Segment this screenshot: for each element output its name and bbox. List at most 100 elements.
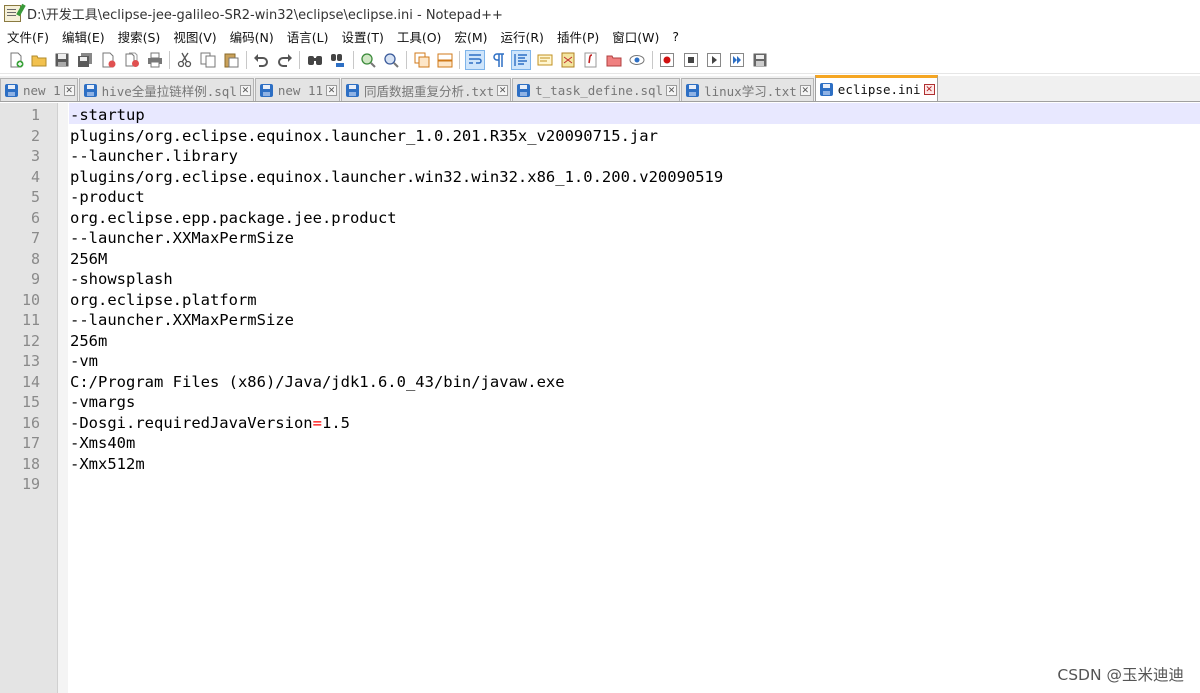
line-number: 12 <box>21 331 40 350</box>
editor-area[interactable]: 1 2 3 4 5 6 7 8 9 10 11 12 13 14 15 16 17 18 19 -startup pl… <box>0 103 1200 693</box>
menu-tools[interactable]: 工具(O) <box>390 27 448 46</box>
code-line: 256m <box>70 331 108 350</box>
code-line: org.eclipse.epp.package.jee.product <box>70 208 397 227</box>
menu-encoding[interactable]: 编码(N) <box>223 27 280 46</box>
tab-label: 同盾数据重复分析.txt <box>364 83 495 99</box>
tab-hive-sql[interactable]: hive全量拉链样例.sql ✕ <box>78 78 254 101</box>
close-tab-icon[interactable]: ✕ <box>326 84 338 96</box>
code-line: -startup <box>70 106 145 124</box>
close-file-icon[interactable] <box>99 51 117 69</box>
toolbar-separator <box>299 51 301 69</box>
close-tab-icon[interactable]: ✕ <box>666 84 678 96</box>
replace-icon[interactable] <box>329 51 347 69</box>
folder-workspace-icon[interactable] <box>605 51 623 69</box>
menu-help[interactable]: ? <box>665 29 685 44</box>
line-number: 9 <box>30 270 40 288</box>
stop-macro-icon[interactable] <box>682 51 700 69</box>
line-number: 8 <box>30 249 40 268</box>
redo-icon[interactable] <box>276 51 294 69</box>
line-number: 7 <box>30 229 40 247</box>
code-line: -Xmx512m <box>70 454 145 473</box>
close-tab-icon[interactable]: ✕ <box>63 84 75 96</box>
menu-run[interactable]: 运行(R) <box>493 27 549 46</box>
toolbar-separator <box>352 51 354 69</box>
zoom-out-icon[interactable] <box>382 51 400 69</box>
close-all-icon[interactable] <box>123 51 141 69</box>
cut-icon[interactable] <box>176 51 194 69</box>
udl-dialog-icon[interactable] <box>536 51 554 69</box>
save-macro-icon[interactable] <box>751 51 769 69</box>
code-line: --launcher.XXMaxPermSize <box>70 229 294 247</box>
saved-file-icon <box>83 83 97 97</box>
undo-icon[interactable] <box>252 51 270 69</box>
tab-bar: new 1 ✕ hive全量拉链样例.sql ✕ new 11 ✕ 同盾数据重复… <box>0 75 1200 102</box>
line-number-gutter: 1 2 3 4 5 6 7 8 9 10 11 12 13 14 15 16 17 18 19 <box>0 103 58 693</box>
line-number: 15 <box>21 393 40 411</box>
menu-plugins[interactable]: 插件(P) <box>550 27 605 46</box>
code-line: -product <box>70 188 145 206</box>
tab-linux-txt[interactable]: linux学习.txt ✕ <box>681 78 814 101</box>
line-number: 4 <box>30 167 40 186</box>
sync-vertical-icon[interactable] <box>413 51 431 69</box>
tab-task-define-sql[interactable]: t_task_define.sql ✕ <box>512 78 681 101</box>
toolbar-separator <box>651 51 653 69</box>
save-all-icon[interactable] <box>76 51 94 69</box>
code-line: -vm <box>70 352 98 370</box>
record-macro-icon[interactable] <box>658 51 676 69</box>
menu-search[interactable]: 搜索(S) <box>111 27 167 46</box>
menu-view[interactable]: 视图(V) <box>166 27 222 46</box>
menu-edit[interactable]: 编辑(E) <box>55 27 111 46</box>
code-line: plugins/org.eclipse.equinox.launcher_1.0… <box>70 126 658 145</box>
doc-map-icon[interactable] <box>559 51 577 69</box>
zoom-in-icon[interactable] <box>359 51 377 69</box>
line-number: 6 <box>30 208 40 227</box>
menu-window[interactable]: 窗口(W) <box>605 27 665 46</box>
play-macro-icon[interactable] <box>705 51 723 69</box>
code-line: 256M <box>70 249 108 268</box>
tab-label: t_task_define.sql <box>535 82 664 98</box>
print-icon[interactable] <box>146 51 164 69</box>
title-bar: D:\开发工具\eclipse-jee-galileo-SR2-win32\ec… <box>0 0 1200 26</box>
current-line-highlight <box>69 103 1200 124</box>
function-list-icon[interactable] <box>582 51 600 69</box>
menu-bar: 文件(F) 编辑(E) 搜索(S) 视图(V) 编码(N) 语言(L) 设置(T… <box>0 26 1200 47</box>
line-number: 13 <box>21 352 40 370</box>
copy-icon[interactable] <box>199 51 217 69</box>
sync-horizontal-icon[interactable] <box>436 51 454 69</box>
operator-token: = <box>312 413 322 432</box>
line-number: 17 <box>21 434 40 452</box>
save-icon[interactable] <box>53 51 71 69</box>
run-macro-multiple-icon[interactable] <box>728 51 746 69</box>
indent-guide-icon[interactable] <box>511 50 532 70</box>
tab-eclipse-ini[interactable]: eclipse.ini ✕ <box>814 75 938 101</box>
new-file-icon[interactable] <box>7 51 25 69</box>
code-line: C:/Program Files (x86)/Java/jdk1.6.0_43/… <box>70 372 565 391</box>
tab-new-11[interactable]: new 11 ✕ <box>254 78 341 101</box>
menu-file[interactable]: 文件(F) <box>0 27 55 46</box>
close-tab-icon[interactable]: ✕ <box>497 84 509 96</box>
code-line: -showsplash <box>70 270 173 288</box>
word-wrap-icon[interactable] <box>464 50 485 70</box>
menu-language[interactable]: 语言(L) <box>280 27 335 46</box>
toolbar-separator <box>169 51 171 69</box>
line-number: 11 <box>21 311 40 329</box>
open-folder-icon[interactable] <box>30 51 48 69</box>
paste-icon[interactable] <box>222 51 240 69</box>
menu-settings[interactable]: 设置(T) <box>334 27 389 46</box>
close-tab-icon[interactable]: ✕ <box>923 84 935 95</box>
menu-macro[interactable]: 宏(M) <box>447 27 493 46</box>
monitoring-eye-icon[interactable] <box>628 51 646 69</box>
line-number: 18 <box>21 454 40 473</box>
tab-new-1[interactable]: new 1 ✕ <box>0 78 78 101</box>
saved-file-icon <box>819 83 833 96</box>
show-all-chars-icon[interactable] <box>489 51 507 69</box>
code-line: plugins/org.eclipse.equinox.launcher.win… <box>70 167 724 186</box>
tab-tongdun-txt[interactable]: 同盾数据重复分析.txt ✕ <box>341 78 512 101</box>
saved-file-icon <box>259 83 273 97</box>
saved-file-icon <box>686 83 700 97</box>
close-tab-icon[interactable]: ✕ <box>799 84 811 96</box>
saved-file-icon <box>346 83 360 97</box>
close-tab-icon[interactable]: ✕ <box>239 84 251 96</box>
line-number: 16 <box>21 413 40 432</box>
find-icon[interactable] <box>306 51 324 69</box>
